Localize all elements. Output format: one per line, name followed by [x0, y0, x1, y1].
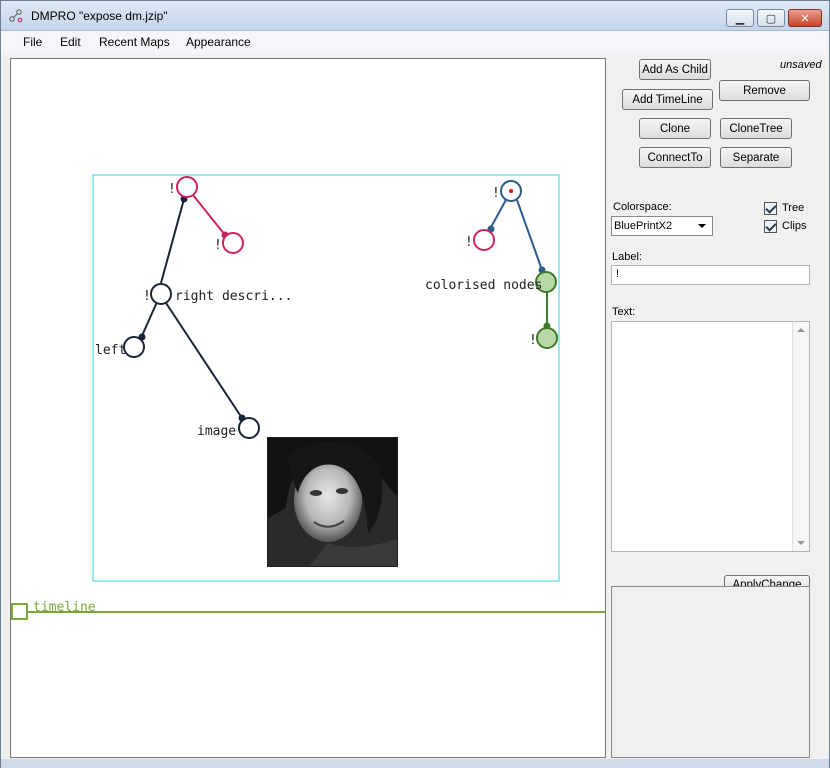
colorspace-value: BluePrintX2 — [614, 220, 673, 232]
node-image[interactable] — [238, 417, 260, 439]
node-right-prefix-label: ! — [143, 289, 151, 304]
clips-checkbox[interactable] — [764, 220, 777, 233]
node-right-label: right descri... — [175, 289, 292, 304]
edge — [192, 194, 226, 236]
minimize-button[interactable]: ▁ — [726, 9, 754, 27]
label-input[interactable]: ! — [611, 265, 810, 285]
node-green-child-label: ! — [529, 333, 537, 348]
node-colorised-label: colorised nodes — [425, 278, 542, 293]
timeline-handle[interactable] — [11, 603, 28, 620]
node-top-label: ! — [168, 182, 176, 197]
scroll-down-icon[interactable] — [797, 541, 805, 545]
clips-checkbox-label: Clips — [782, 220, 807, 232]
label-field-label: Label: — [612, 251, 642, 263]
node-left-label: left — [95, 343, 126, 358]
close-icon: ✕ — [800, 11, 810, 25]
maximize-button[interactable]: ▢ — [757, 9, 785, 27]
node-left[interactable] — [123, 336, 145, 358]
tree-checkbox[interactable] — [764, 202, 777, 215]
clip-image[interactable] — [267, 437, 398, 567]
edge — [516, 199, 543, 271]
selected-marker-icon — [509, 189, 513, 193]
preview-panel — [611, 586, 810, 758]
text-scrollbar[interactable] — [792, 322, 809, 551]
node-right-description[interactable] — [150, 283, 172, 305]
add-as-child-button[interactable]: Add As Child — [639, 59, 711, 80]
text-field-label: Text: — [612, 306, 636, 318]
window-title: DMPRO "expose dm.jzip" — [31, 9, 168, 23]
colorspace-dropdown[interactable]: BluePrintX2 — [611, 216, 713, 236]
app-icon — [9, 9, 23, 23]
edge — [489, 197, 508, 230]
map-canvas[interactable]: ! ! ! right descri... left image ! ! col… — [10, 58, 606, 758]
node-top-child-label: ! — [214, 238, 222, 253]
menu-bar: File Edit Recent Maps Appearance — [1, 31, 829, 55]
close-button[interactable]: ✕ — [788, 9, 822, 27]
timeline-label: timeline — [33, 600, 96, 615]
menu-edit[interactable]: Edit — [60, 35, 81, 49]
title-bar[interactable]: DMPRO "expose dm.jzip" ▁ ▢ ✕ — [1, 1, 829, 31]
map-drawing[interactable]: ! ! ! right descri... left image ! ! col… — [11, 59, 605, 757]
menu-recent-maps[interactable]: Recent Maps — [99, 35, 170, 49]
edge — [165, 302, 243, 419]
tree-checkbox-label: Tree — [782, 202, 805, 214]
edge — [160, 198, 185, 284]
node-image-label: image — [197, 424, 236, 439]
node-top-child[interactable] — [222, 232, 244, 254]
node-blue-child[interactable] — [473, 229, 495, 251]
connect-to-button[interactable]: ConnectTo — [639, 147, 711, 168]
maximize-icon: ▢ — [765, 11, 777, 25]
text-area[interactable] — [611, 321, 810, 552]
app-window: DMPRO "expose dm.jzip" ▁ ▢ ✕ File Edit R… — [0, 0, 830, 768]
menu-file[interactable]: File — [23, 35, 42, 49]
node-green-child[interactable] — [536, 327, 558, 349]
separate-button[interactable]: Separate — [720, 147, 792, 168]
remove-button[interactable]: Remove — [719, 80, 810, 101]
clone-tree-button[interactable]: CloneTree — [720, 118, 792, 139]
minimize-icon: ▁ — [735, 11, 745, 25]
menu-appearance[interactable]: Appearance — [186, 35, 251, 49]
window-bottom-border — [1, 759, 829, 768]
node-blue-root-label: ! — [492, 186, 500, 201]
node-top[interactable] — [176, 176, 198, 198]
save-status: unsaved — [780, 59, 822, 71]
scroll-up-icon[interactable] — [797, 328, 805, 332]
colorspace-label: Colorspace: — [613, 201, 672, 213]
portrait-image — [268, 438, 397, 566]
chevron-down-icon — [698, 224, 706, 228]
clone-button[interactable]: Clone — [639, 118, 711, 139]
add-timeline-button[interactable]: Add TimeLine — [622, 89, 713, 110]
node-blue-child-label: ! — [465, 235, 473, 250]
